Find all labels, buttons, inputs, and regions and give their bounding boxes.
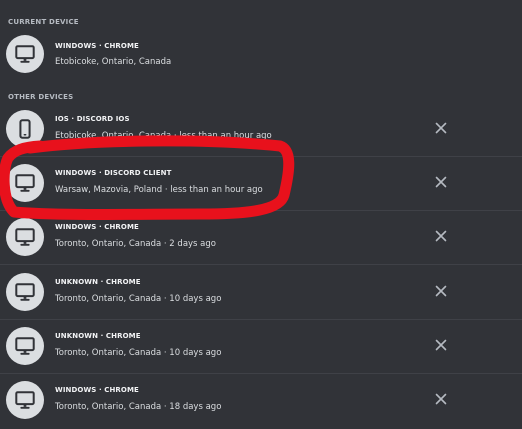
logout-device-button[interactable]: [431, 118, 451, 138]
device-platform: UNKNOWN · CHROME: [55, 278, 141, 286]
other-devices-label: OTHER DEVICES: [8, 93, 74, 101]
desktop-icon: [15, 283, 35, 301]
device-icon-circle: [6, 35, 44, 73]
device-row: WINDOWS · CHROME Toronto, Ontario, Canada…: [0, 212, 522, 266]
logout-device-button[interactable]: [431, 389, 451, 409]
row-divider: [0, 319, 522, 320]
close-icon: [435, 393, 447, 405]
device-icon-circle: [6, 327, 44, 365]
device-icon-circle: [6, 164, 44, 202]
device-row: IOS · DISCORD IOS Etobicoke, Ontario, Can…: [0, 104, 522, 158]
device-row: WINDOWS · DISCORD CLIENT Warsaw, Mazovia,…: [0, 158, 522, 212]
close-icon: [435, 339, 447, 351]
device-details: Toronto, Ontario, Canada · 18 days ago: [55, 402, 222, 412]
device-icon-circle: [6, 218, 44, 256]
device-platform: WINDOWS · CHROME: [55, 386, 139, 394]
device-platform: WINDOWS · DISCORD CLIENT: [55, 169, 172, 177]
device-location: Etobicoke, Ontario, Canada: [55, 57, 172, 67]
close-icon: [435, 176, 447, 188]
device-row: UNKNOWN · CHROME Toronto, Ontario, Canada…: [0, 267, 522, 321]
desktop-icon: [15, 228, 35, 246]
device-row: UNKNOWN · CHROME Toronto, Ontario, Canada…: [0, 321, 522, 375]
device-row: WINDOWS · CHROME Toronto, Ontario, Canada…: [0, 375, 522, 429]
mobile-phone-icon: [19, 119, 31, 139]
device-details: Toronto, Ontario, Canada · 10 days ago: [55, 348, 222, 358]
device-platform: IOS · DISCORD IOS: [55, 115, 130, 123]
desktop-icon: [15, 391, 35, 409]
device-details: Toronto, Ontario, Canada · 10 days ago: [55, 294, 222, 304]
logout-device-button[interactable]: [431, 281, 451, 301]
device-icon-circle: [6, 381, 44, 419]
device-details: Etobicoke, Ontario, Canada · less than a…: [55, 131, 272, 141]
current-device-label: CURRENT DEVICE: [8, 18, 79, 26]
current-device-row: WINDOWS · CHROME Etobicoke, Ontario, Can…: [0, 35, 522, 89]
desktop-icon: [15, 174, 35, 192]
row-divider: [0, 264, 522, 265]
desktop-icon: [15, 337, 35, 355]
logout-device-button[interactable]: [431, 335, 451, 355]
logout-device-button[interactable]: [431, 226, 451, 246]
device-platform: WINDOWS · CHROME: [55, 42, 139, 50]
device-platform: WINDOWS · CHROME: [55, 223, 139, 231]
row-divider: [0, 210, 522, 211]
device-platform: UNKNOWN · CHROME: [55, 332, 141, 340]
row-divider: [0, 156, 522, 157]
close-icon: [435, 230, 447, 242]
desktop-icon: [15, 45, 35, 63]
close-icon: [435, 285, 447, 297]
logout-device-button[interactable]: [431, 172, 451, 192]
device-icon-circle: [6, 110, 44, 148]
row-divider: [0, 373, 522, 374]
device-icon-circle: [6, 273, 44, 311]
device-details: Toronto, Ontario, Canada · 2 days ago: [55, 239, 216, 249]
device-details: Warsaw, Mazovia, Poland · less than an h…: [55, 185, 263, 195]
close-icon: [435, 122, 447, 134]
